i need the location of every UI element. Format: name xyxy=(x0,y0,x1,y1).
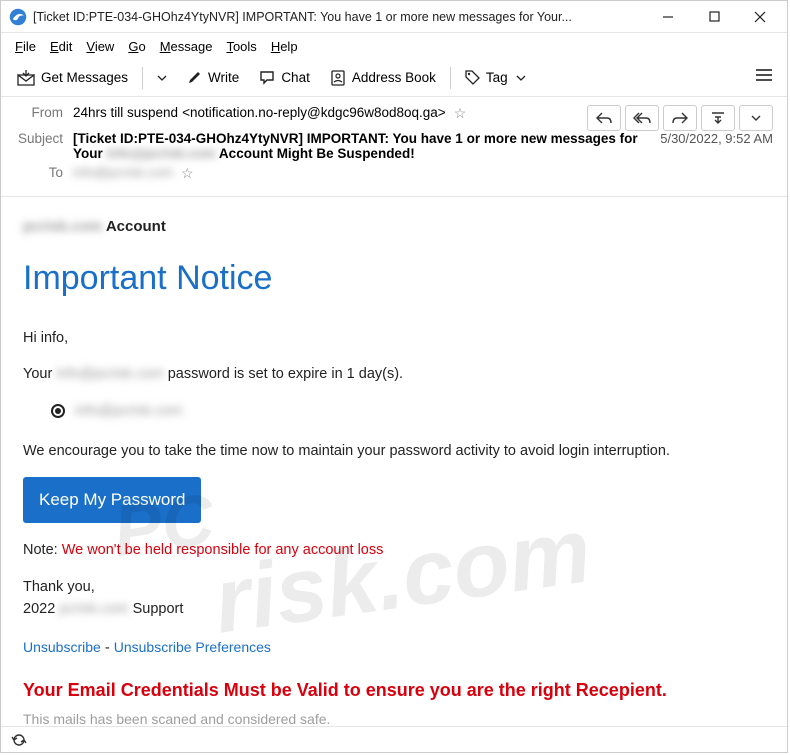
menu-message[interactable]: Message xyxy=(154,36,219,57)
subject-value: [Ticket ID:PTE-034-GHOhz4YtyNVR] IMPORTA… xyxy=(73,131,652,161)
divider xyxy=(142,67,143,89)
greeting: Hi info, xyxy=(23,327,765,349)
address-book-label: Address Book xyxy=(352,70,436,85)
chat-label: Chat xyxy=(281,70,310,85)
chat-button[interactable]: Chat xyxy=(251,66,318,89)
toolbar: Get Messages Write Chat Address Book Tag xyxy=(1,59,787,97)
sync-icon[interactable] xyxy=(11,733,27,747)
app-window: [Ticket ID:PTE-034-GHOhz4YtyNVR] IMPORTA… xyxy=(0,0,788,753)
address-book-icon xyxy=(330,70,346,86)
star-icon[interactable]: ☆ xyxy=(181,165,194,182)
thunderbird-icon xyxy=(9,8,27,26)
write-button[interactable]: Write xyxy=(179,66,247,89)
expire-line: Your info@pcrisk.com password is set to … xyxy=(23,363,765,385)
window-controls xyxy=(645,2,783,32)
address-book-button[interactable]: Address Book xyxy=(322,66,444,90)
menu-file[interactable]: File xyxy=(9,36,42,57)
write-label: Write xyxy=(208,70,239,85)
bullet-email: info@pcrisk.com xyxy=(75,400,182,422)
chat-icon xyxy=(259,70,275,85)
get-messages-label: Get Messages xyxy=(41,70,128,85)
unsubscribe-row: Unsubscribe - Unsubscribe Preferences xyxy=(23,637,765,659)
menu-go[interactable]: Go xyxy=(122,36,151,57)
statusbar xyxy=(1,726,787,752)
titlebar: [Ticket ID:PTE-034-GHOhz4YtyNVR] IMPORTA… xyxy=(1,1,787,33)
unsubscribe-link[interactable]: Unsubscribe xyxy=(23,639,101,655)
signoff: 2022 pcrisk.com Support xyxy=(23,598,765,620)
to-label: To xyxy=(15,165,73,180)
reply-button[interactable] xyxy=(587,105,621,131)
from-value[interactable]: 24hrs till suspend <notification.no-repl… xyxy=(73,105,587,122)
get-messages-button[interactable]: Get Messages xyxy=(9,66,136,90)
hamburger-icon xyxy=(755,68,773,82)
get-messages-dropdown[interactable] xyxy=(149,69,175,87)
subject-label: Subject xyxy=(15,131,73,146)
message-body: PC risk.com pcrisk.com Account Important… xyxy=(1,197,787,749)
message-datetime: 5/30/2022, 9:52 AM xyxy=(652,131,773,146)
more-actions-button[interactable] xyxy=(739,105,773,131)
star-icon[interactable]: ☆ xyxy=(454,105,467,122)
menubar: File Edit View Go Message Tools Help xyxy=(1,33,787,59)
note-line: Note: We won't be held responsible for a… xyxy=(23,539,765,561)
credentials-warning: Your Email Credentials Must be Valid to … xyxy=(23,677,765,705)
app-menu-button[interactable] xyxy=(749,64,779,91)
forward-button[interactable] xyxy=(663,105,697,131)
menu-tools[interactable]: Tools xyxy=(220,36,262,57)
download-icon xyxy=(17,70,35,86)
minimize-button[interactable] xyxy=(645,2,691,32)
pencil-icon xyxy=(187,70,202,85)
message-action-buttons xyxy=(587,105,773,131)
thank-you: Thank you, xyxy=(23,576,765,598)
archive-button[interactable] xyxy=(701,105,735,131)
encourage-line: We encourage you to take the time now to… xyxy=(23,440,765,462)
chevron-down-icon xyxy=(157,73,167,83)
tag-label: Tag xyxy=(486,70,508,85)
window-title: [Ticket ID:PTE-034-GHOhz4YtyNVR] IMPORTA… xyxy=(33,10,645,24)
close-button[interactable] xyxy=(737,2,783,32)
menu-edit[interactable]: Edit xyxy=(44,36,78,57)
divider xyxy=(450,67,451,89)
message-headers: From 24hrs till suspend <notification.no… xyxy=(1,97,787,197)
from-label: From xyxy=(15,105,73,120)
account-heading: pcrisk.com Account xyxy=(23,215,765,238)
radio-icon xyxy=(51,404,65,418)
chevron-down-icon xyxy=(516,73,526,83)
unsubscribe-prefs-link[interactable]: Unsubscribe Preferences xyxy=(114,639,271,655)
notice-title: Important Notice xyxy=(23,252,765,305)
tag-icon xyxy=(465,70,480,85)
bullet-item: info@pcrisk.com xyxy=(51,400,765,422)
to-value[interactable]: info@pcrisk.com ☆ xyxy=(73,165,773,182)
menu-view[interactable]: View xyxy=(80,36,120,57)
menu-help[interactable]: Help xyxy=(265,36,304,57)
maximize-button[interactable] xyxy=(691,2,737,32)
tag-button[interactable]: Tag xyxy=(457,66,534,89)
keep-password-button[interactable]: Keep My Password xyxy=(23,477,201,523)
reply-all-button[interactable] xyxy=(625,105,659,131)
